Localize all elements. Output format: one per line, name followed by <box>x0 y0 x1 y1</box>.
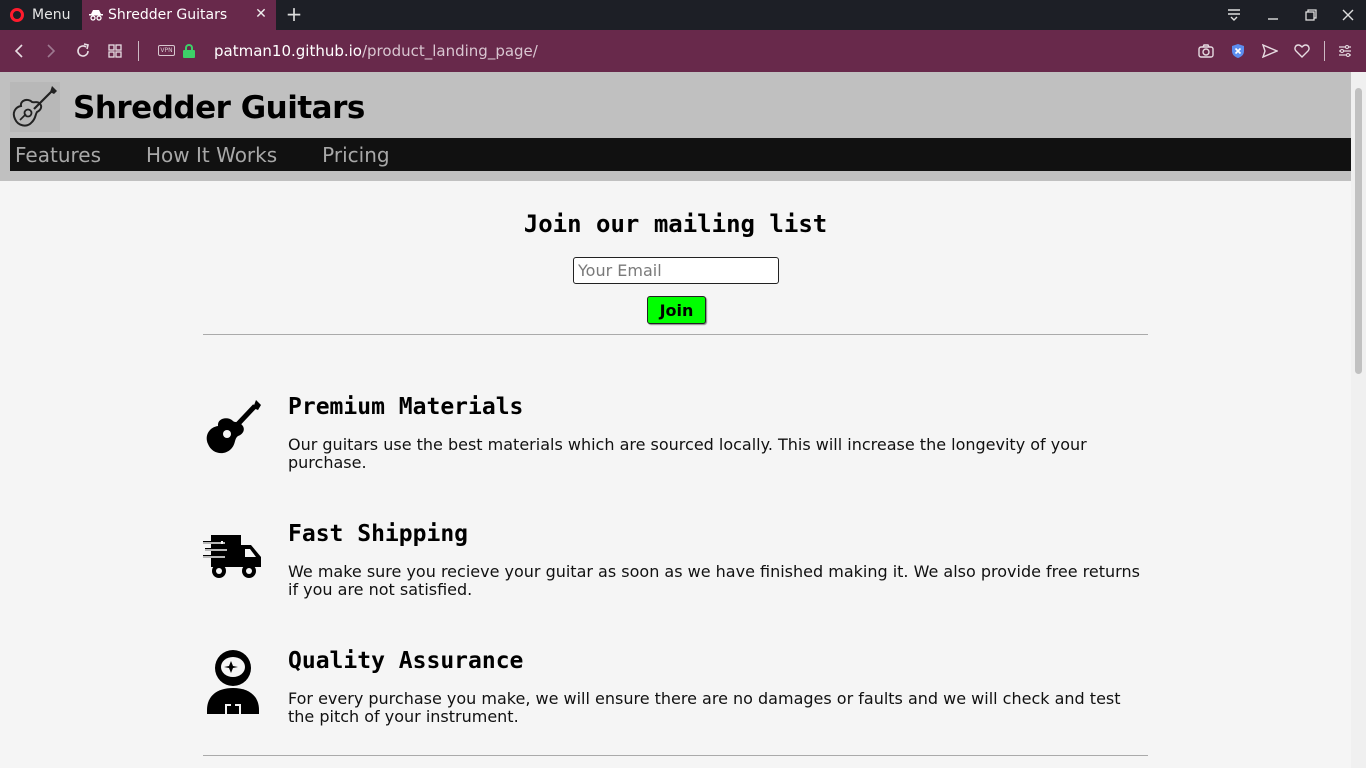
tab-menu-icon[interactable] <box>1217 0 1251 30</box>
email-input[interactable] <box>573 257 779 284</box>
feature-title: Fast Shipping <box>288 521 469 547</box>
divider <box>1324 41 1325 61</box>
feature-text: Our guitars use the best materials which… <box>288 435 1087 472</box>
incognito-icon <box>88 8 104 22</box>
feature-title: Premium Materials <box>288 394 524 420</box>
guitar-icon <box>203 394 263 460</box>
adblock-icon[interactable] <box>1227 40 1249 62</box>
mailing-list-title: Join our mailing list <box>523 210 828 238</box>
forward-icon[interactable] <box>39 39 63 63</box>
new-tab-icon[interactable]: + <box>283 3 305 25</box>
opera-logo-icon <box>10 8 24 22</box>
astronaut-icon <box>203 648 263 714</box>
reload-icon[interactable] <box>71 39 95 63</box>
tab-title: Shredder Guitars <box>108 7 228 23</box>
scrollbar-thumb[interactable] <box>1355 88 1362 374</box>
send-icon[interactable] <box>1259 40 1281 62</box>
site-header: Shredder Guitars Features How It Works P… <box>0 72 1351 181</box>
nav-link-pricing[interactable]: Pricing <box>322 143 389 167</box>
truck-fast-icon <box>203 521 263 587</box>
url-path: /product_landing_page/ <box>361 42 538 60</box>
url-field[interactable]: patman10.github.io/product_landing_page/ <box>214 42 538 60</box>
nav-link-how-it-works[interactable]: How It Works <box>146 143 277 167</box>
camera-icon[interactable] <box>1195 40 1217 62</box>
browser-tab-active[interactable]: Shredder Guitars ✕ <box>82 0 276 30</box>
address-bar: VPN patman10.github.io/product_landing_p… <box>0 30 1366 72</box>
tab-close-icon[interactable]: ✕ <box>252 5 270 23</box>
browser-tab-bar: Menu Shredder Guitars ✕ + <box>0 0 1366 30</box>
join-button[interactable]: Join <box>647 296 706 324</box>
divider <box>203 334 1148 335</box>
page-viewport: Shredder Guitars Features How It Works P… <box>0 72 1351 768</box>
minimize-icon[interactable] <box>1256 0 1290 30</box>
speed-dial-icon[interactable] <box>103 39 127 63</box>
easy-setup-icon[interactable] <box>1334 40 1356 62</box>
nav-link-features[interactable]: Features <box>15 143 101 167</box>
divider <box>138 41 139 61</box>
feature-text: For every purchase you make, we will ens… <box>288 689 1121 726</box>
divider <box>203 755 1148 756</box>
back-icon[interactable] <box>7 39 31 63</box>
feature-title: Quality Assurance <box>288 648 524 674</box>
restore-icon[interactable] <box>1294 0 1328 30</box>
brand-name: Shredder Guitars <box>73 90 365 126</box>
page-scrollbar[interactable] <box>1351 72 1366 768</box>
vpn-badge[interactable]: VPN <box>158 45 175 56</box>
close-window-icon[interactable] <box>1331 0 1365 30</box>
lock-icon[interactable] <box>183 44 195 58</box>
mailing-list-section: Join our mailing list <box>0 210 1351 238</box>
heart-icon[interactable] <box>1291 40 1313 62</box>
main-nav: Features How It Works Pricing <box>10 138 1351 171</box>
menu-label: Menu <box>32 7 71 23</box>
guitar-logo-icon <box>10 82 60 132</box>
url-host: patman10.github.io <box>214 42 362 60</box>
feature-text: We make sure you recieve your guitar as … <box>288 562 1140 599</box>
opera-menu-button[interactable]: Menu <box>0 0 82 30</box>
